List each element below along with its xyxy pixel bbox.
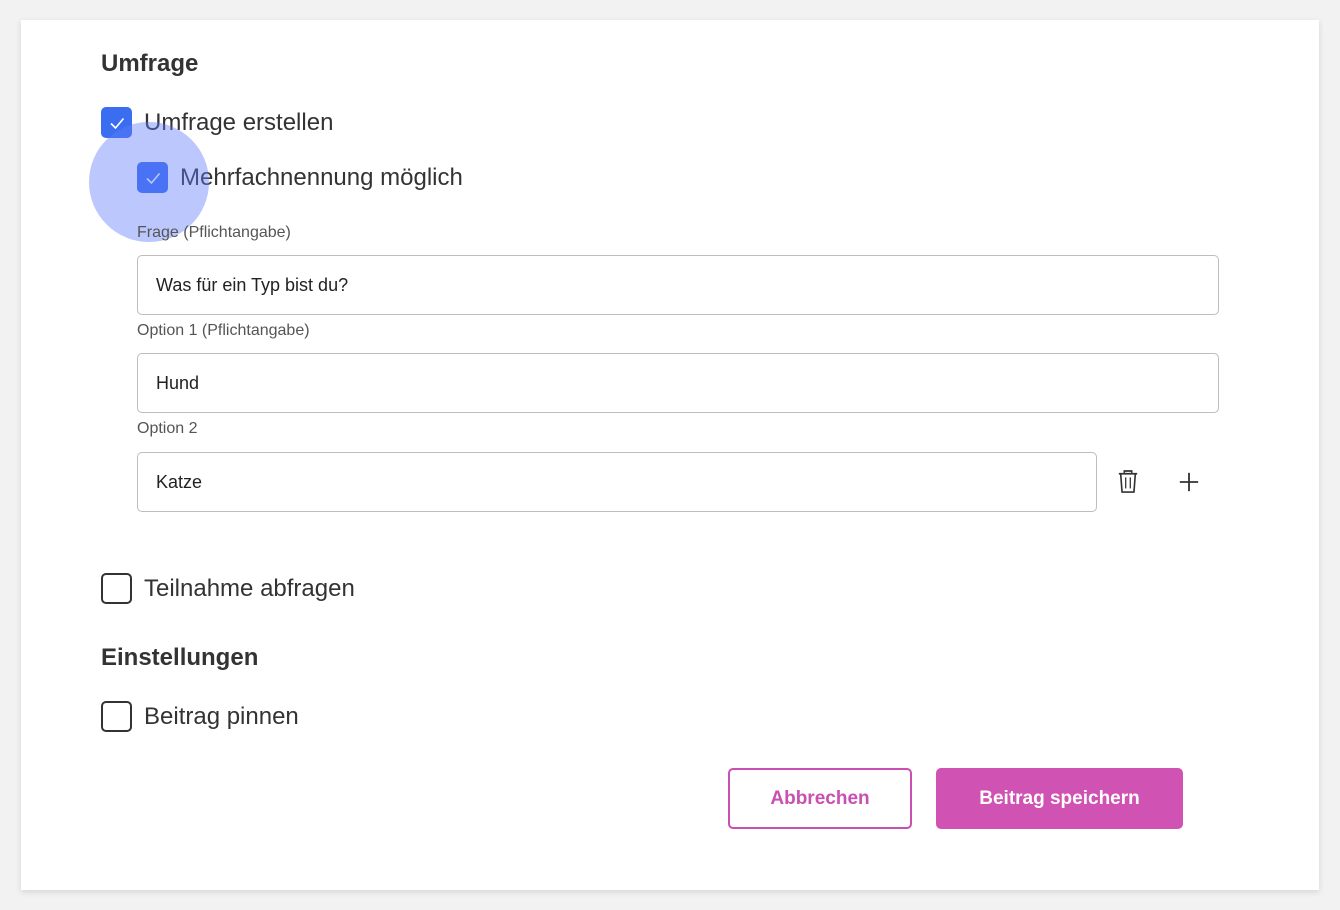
attendance-checkbox[interactable] (101, 573, 132, 604)
check-icon (145, 172, 160, 184)
multiple-choice-row[interactable]: Mehrfachnennung möglich (137, 162, 463, 193)
create-poll-label: Umfrage erstellen (144, 108, 334, 136)
multiple-choice-checkbox[interactable] (137, 162, 168, 193)
create-poll-checkbox[interactable] (101, 107, 132, 138)
save-post-button[interactable]: Beitrag speichern (936, 768, 1183, 829)
plus-icon (1179, 472, 1199, 492)
option-1-label: Option 1 (Pflichtangabe) (137, 322, 310, 339)
delete-option-button[interactable] (1112, 466, 1144, 498)
pin-post-label: Beitrag pinnen (144, 702, 299, 730)
pin-post-row[interactable]: Beitrag pinnen (101, 701, 299, 732)
create-poll-row[interactable]: Umfrage erstellen (101, 107, 333, 138)
question-input[interactable] (137, 255, 1219, 315)
attendance-label: Teilnahme abfragen (144, 574, 355, 602)
question-label: Frage (Pflichtangabe) (137, 224, 291, 241)
settings-heading: Einstellungen (101, 644, 259, 671)
poll-heading: Umfrage (101, 50, 199, 77)
option-2-label: Option 2 (137, 420, 198, 437)
cancel-button[interactable]: Abbrechen (728, 768, 912, 829)
trash-icon (1118, 470, 1138, 493)
check-icon (109, 117, 124, 129)
attendance-row[interactable]: Teilnahme abfragen (101, 573, 355, 604)
option-2-input[interactable] (137, 452, 1097, 512)
pin-post-checkbox[interactable] (101, 701, 132, 732)
post-editor-card: Umfrage Umfrage erstellen Mehrfachnennun… (21, 20, 1319, 890)
option-1-input[interactable] (137, 353, 1219, 413)
multiple-choice-label: Mehrfachnennung möglich (180, 163, 463, 191)
add-option-button[interactable] (1173, 466, 1205, 498)
